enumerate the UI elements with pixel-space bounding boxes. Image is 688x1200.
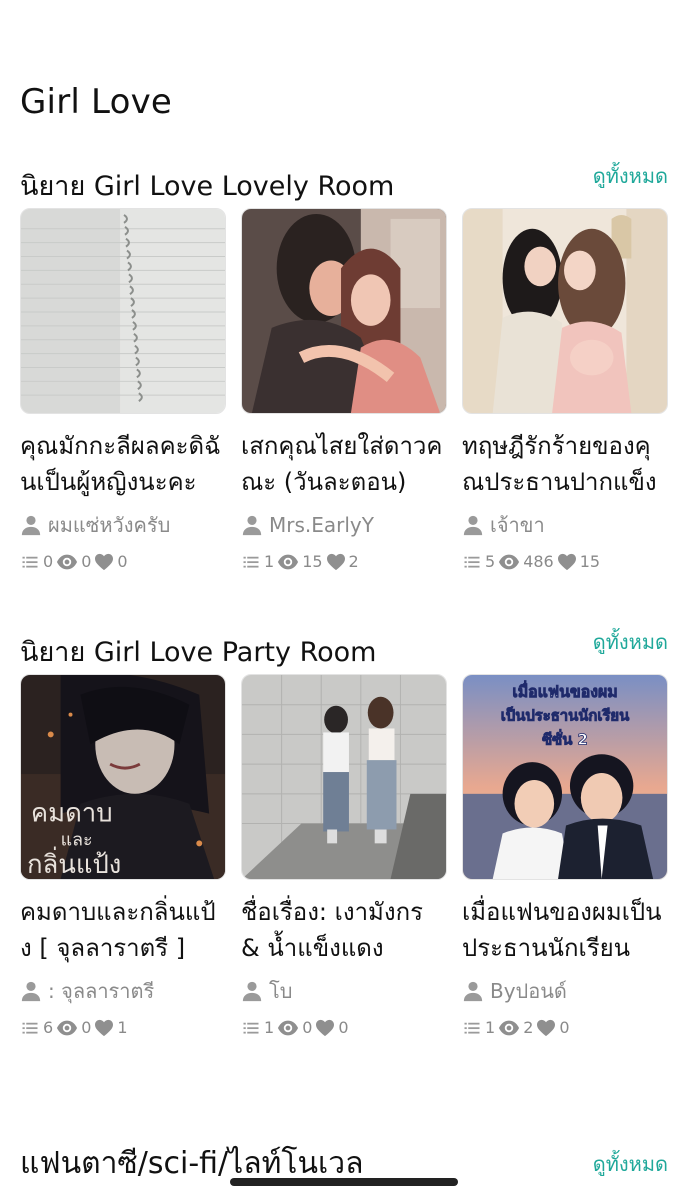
eye-icon xyxy=(277,1019,299,1037)
view-count: 0 xyxy=(81,1018,92,1037)
novel-stats: 1 2 0 xyxy=(462,1018,668,1037)
svg-text:ซีซั่น 2: ซีซั่น 2 xyxy=(542,728,588,748)
novel-author: Byปอนด์ xyxy=(462,976,668,1006)
novel-cover[interactable] xyxy=(241,208,447,414)
novel-author: เจ้าขา xyxy=(462,510,668,540)
see-all-link[interactable]: ดูทั้งหมด xyxy=(593,160,668,192)
novel-stats: 1 0 0 xyxy=(241,1018,447,1037)
novel-author: Mrs.EarlyY xyxy=(241,510,447,540)
novel-author: : จุลลาราตรี xyxy=(20,976,226,1006)
heart-icon xyxy=(315,1019,335,1037)
novel-cover[interactable] xyxy=(462,208,668,414)
like-count: 0 xyxy=(117,552,128,571)
novel-card[interactable]: ชื่อเรื่อง: เงามังกร & น้ำแข็งแดง โบ 1 0… xyxy=(241,674,447,1037)
eye-icon xyxy=(498,553,520,571)
view-count: 486 xyxy=(523,552,554,571)
card-row: คมดาบ และ กลิ่นแป้ง คมดาบและกลิ่นแป้ง [ … xyxy=(0,670,688,1037)
list-icon xyxy=(241,553,261,571)
novel-card[interactable]: เมื่อแฟนของผม เป็นประธานนักเรียน ซีซั่น … xyxy=(462,674,668,1037)
novel-card[interactable]: ทฤษฎีรักร้ายของคุณประธานปากแข็ง เจ้าขา 5… xyxy=(462,208,668,571)
svg-text:เป็นประธานนักเรียน: เป็นประธานนักเรียน xyxy=(501,706,630,725)
heart-icon xyxy=(94,553,114,571)
author-name: ผมแซ่หวังครับ xyxy=(48,513,171,537)
novel-card[interactable]: คุณมักกะลีผลคะดิฉันเป็นผู้หญิงนะคะ ผมแซ่… xyxy=(20,208,226,571)
svg-text:และ: และ xyxy=(61,829,93,850)
novel-stats: 6 0 1 xyxy=(20,1018,226,1037)
episode-count: 6 xyxy=(43,1018,54,1037)
heart-icon xyxy=(326,553,346,571)
view-count: 2 xyxy=(523,1018,534,1037)
card-row: คุณมักกะลีผลคะดิฉันเป็นผู้หญิงนะคะ ผมแซ่… xyxy=(0,204,688,571)
home-indicator[interactable] xyxy=(230,1178,458,1186)
novel-title[interactable]: เสกคุณไสยใส่ดาวคณะ (วันละตอน) xyxy=(241,428,447,500)
author-name: Byปอนด์ xyxy=(490,979,567,1003)
user-icon xyxy=(20,514,42,536)
section-header: นิยาย Girl Love Lovely Room ดูทั้งหมด xyxy=(0,164,688,204)
episode-count: 1 xyxy=(485,1018,496,1037)
list-icon xyxy=(20,553,40,571)
novel-title[interactable]: ทฤษฎีรักร้ายของคุณประธานปากแข็ง xyxy=(462,428,668,500)
list-icon xyxy=(241,1019,261,1037)
novel-title[interactable]: ชื่อเรื่อง: เงามังกร & น้ำแข็งแดง xyxy=(241,894,447,966)
like-count: 0 xyxy=(559,1018,570,1037)
novel-stats: 0 0 0 xyxy=(20,552,226,571)
like-count: 2 xyxy=(348,552,359,571)
novel-title[interactable]: คมดาบและกลิ่นแป้ง [ จุลลาราตรี ] xyxy=(20,894,226,966)
novel-title[interactable]: เมื่อแฟนของผมเป็นประธานนักเรียน xyxy=(462,894,668,966)
section-header: นิยาย Girl Love Party Room ดูทั้งหมด xyxy=(0,630,688,670)
episode-count: 5 xyxy=(485,552,496,571)
eye-icon xyxy=(498,1019,520,1037)
section-party-room: นิยาย Girl Love Party Room ดูทั้งหมด คมด… xyxy=(0,630,688,1037)
novel-author: โบ xyxy=(241,976,447,1006)
user-icon xyxy=(462,980,484,1002)
episode-count: 1 xyxy=(264,1018,275,1037)
section-title: นิยาย Girl Love Lovely Room xyxy=(20,171,395,202)
novel-author: ผมแซ่หวังครับ xyxy=(20,510,226,540)
heart-icon xyxy=(557,553,577,571)
author-name: : จุลลาราตรี xyxy=(48,979,155,1003)
novel-cover[interactable] xyxy=(241,674,447,880)
eye-icon xyxy=(56,1019,78,1037)
like-count: 15 xyxy=(579,552,601,571)
user-icon xyxy=(241,980,263,1002)
episode-count: 0 xyxy=(43,552,54,571)
novel-cover[interactable]: คมดาบ และ กลิ่นแป้ง xyxy=(20,674,226,880)
list-icon xyxy=(20,1019,40,1037)
novel-title[interactable]: คุณมักกะลีผลคะดิฉันเป็นผู้หญิงนะคะ xyxy=(20,428,226,500)
user-icon xyxy=(462,514,484,536)
novel-stats: 5 486 15 xyxy=(462,552,668,571)
see-all-link[interactable]: ดูทั้งหมด xyxy=(593,1148,668,1180)
like-count: 0 xyxy=(338,1018,349,1037)
novel-card[interactable]: คมดาบ และ กลิ่นแป้ง คมดาบและกลิ่นแป้ง [ … xyxy=(20,674,226,1037)
cover-title-art: คมดาบ xyxy=(31,799,113,829)
list-icon xyxy=(462,553,482,571)
page-title: Girl Love xyxy=(20,82,173,122)
view-count: 15 xyxy=(302,552,323,571)
novel-card[interactable]: เสกคุณไสยใส่ดาวคณะ (วันละตอน) Mrs.EarlyY… xyxy=(241,208,447,571)
svg-text:กลิ่นแป้ง: กลิ่นแป้ง xyxy=(27,846,121,879)
section-lovely-room: นิยาย Girl Love Lovely Room ดูทั้งหมด คุ… xyxy=(0,164,688,571)
user-icon xyxy=(241,514,263,536)
section-title: นิยาย Girl Love Party Room xyxy=(20,637,377,668)
user-icon xyxy=(20,980,42,1002)
heart-icon xyxy=(94,1019,114,1037)
episode-count: 1 xyxy=(264,552,275,571)
see-all-link[interactable]: ดูทั้งหมด xyxy=(593,626,668,658)
novel-cover[interactable]: เมื่อแฟนของผม เป็นประธานนักเรียน ซีซั่น … xyxy=(462,674,668,880)
view-count: 0 xyxy=(302,1018,313,1037)
cover-title-art: เมื่อแฟนของผม xyxy=(512,680,617,701)
heart-icon xyxy=(536,1019,556,1037)
list-icon xyxy=(462,1019,482,1037)
eye-icon xyxy=(56,553,78,571)
novel-stats: 1 15 2 xyxy=(241,552,447,571)
novel-cover[interactable] xyxy=(20,208,226,414)
view-count: 0 xyxy=(81,552,92,571)
author-name: เจ้าขา xyxy=(490,513,545,537)
author-name: โบ xyxy=(269,979,293,1003)
author-name: Mrs.EarlyY xyxy=(269,513,374,537)
eye-icon xyxy=(277,553,299,571)
like-count: 1 xyxy=(117,1018,128,1037)
